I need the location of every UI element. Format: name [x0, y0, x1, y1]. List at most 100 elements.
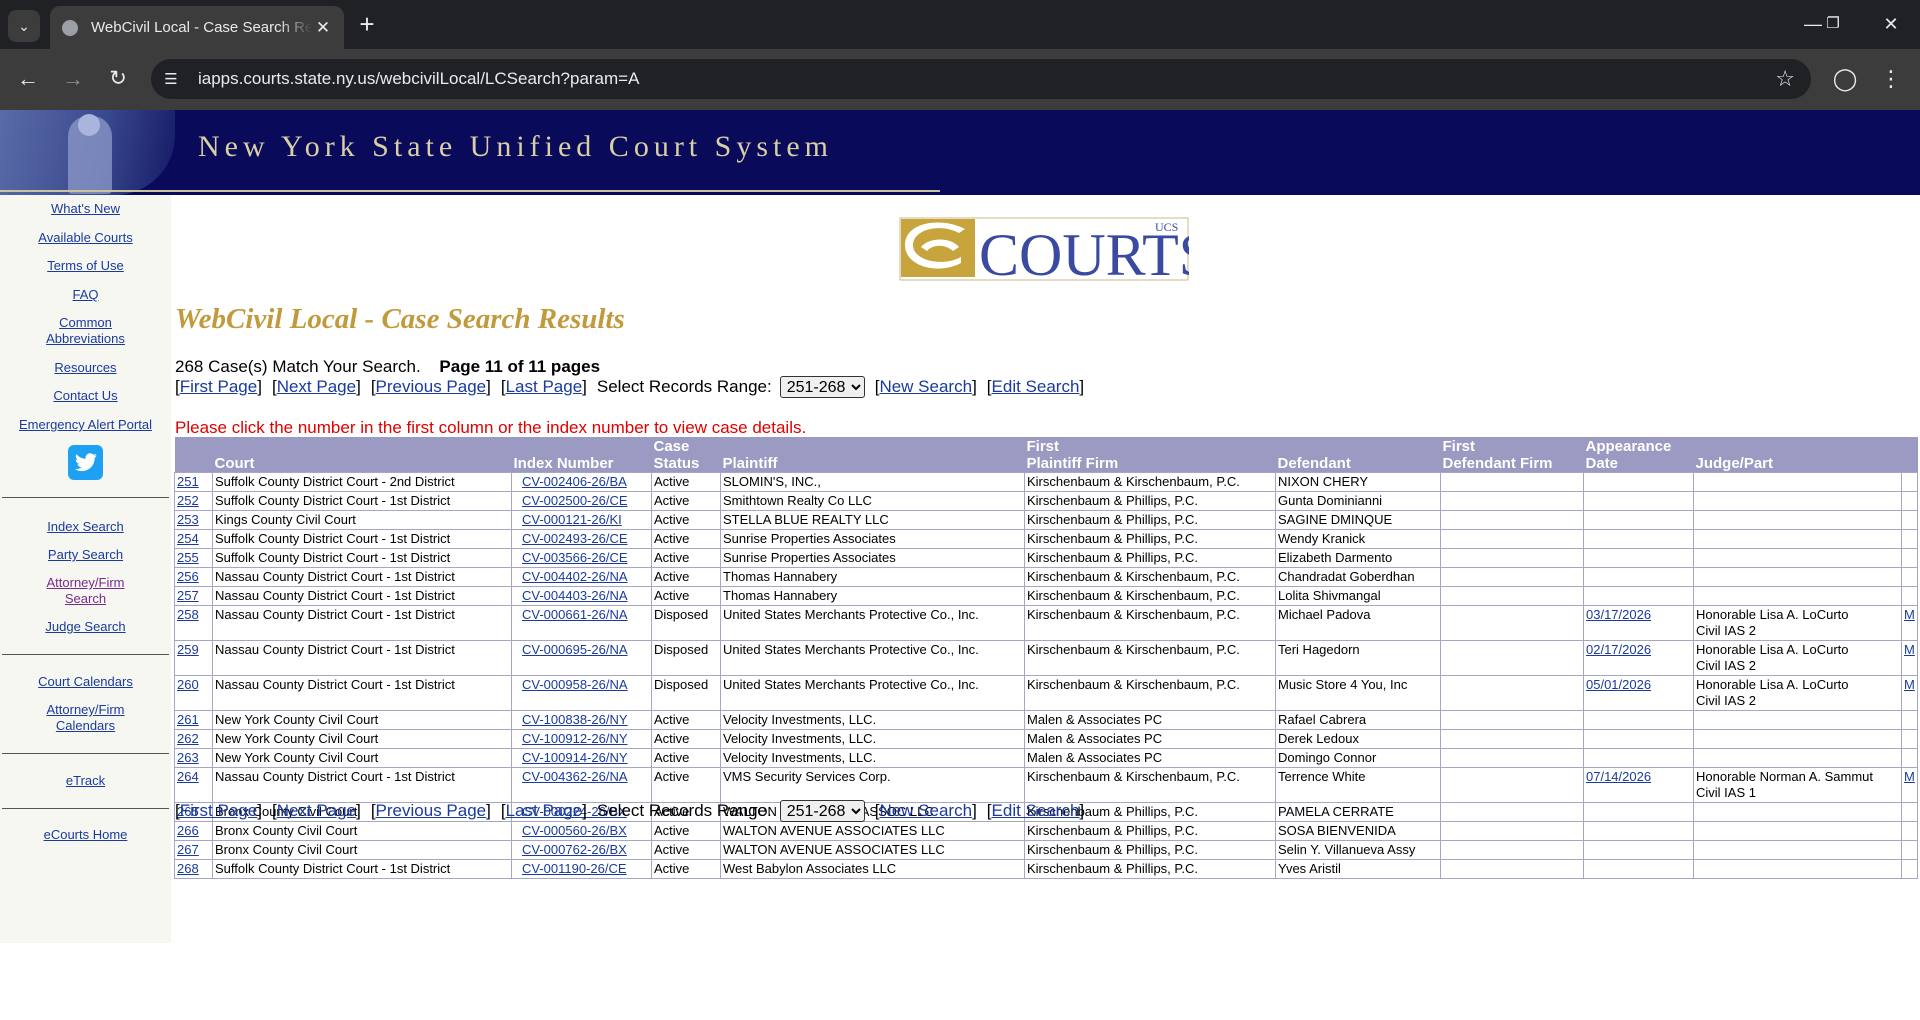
first-page-link[interactable]: First Page	[180, 377, 257, 397]
globe-icon	[62, 19, 78, 36]
sidebar-divider	[2, 753, 169, 754]
menu-kebab-icon[interactable]: ⋮	[1874, 62, 1908, 96]
index-number-link[interactable]: CV-002500-26/CE	[514, 493, 628, 508]
table-row: 263 New York County Civil Court CV-100914-…	[174, 748, 1918, 768]
index-number-link[interactable]: CV-100914-26/NY	[514, 750, 628, 765]
judge-part-cell-text: Honorable Lisa A. LoCurto	[1696, 642, 1849, 657]
previous-page-link[interactable]: Previous Page	[376, 377, 487, 397]
case-number-link[interactable]: 258	[177, 607, 199, 622]
sidebar-link-etrack[interactable]: eTrack	[0, 773, 171, 789]
judge-part-cell	[1693, 748, 1902, 768]
previous-page-link[interactable]: Previous Page	[376, 801, 487, 821]
index-number-cell: CV-000121-26/KI	[511, 510, 652, 530]
sidebar-link-available-courts[interactable]: Available Courts	[0, 230, 171, 246]
case-number-link[interactable]: 260	[177, 677, 199, 692]
case-number-link[interactable]: 262	[177, 731, 199, 746]
new-tab-plus-icon[interactable]: +	[352, 10, 382, 40]
new-search-link[interactable]: New Search	[879, 801, 972, 821]
sidebar-link-contact-us[interactable]: Contact Us	[0, 388, 171, 404]
profile-icon[interactable]: ◯	[1828, 62, 1862, 96]
bookmark-star-icon[interactable]: ☆	[1775, 63, 1795, 95]
sidebar-link-party-search[interactable]: Party Search	[0, 547, 171, 563]
sidebar-link-terms-of-use[interactable]: Terms of Use	[0, 258, 171, 274]
motion-link[interactable]: M	[1904, 677, 1915, 692]
plaintiff-cell: Velocity Investments, LLC.	[720, 748, 1025, 768]
last-page-link[interactable]: Last Page	[506, 801, 583, 821]
sidebar-link-index-search[interactable]: Index Search	[0, 519, 171, 535]
index-number-link[interactable]: CV-004403-26/NA	[514, 588, 628, 603]
case-number-link[interactable]: 267	[177, 842, 199, 857]
sidebar-link-whats-new[interactable]: What's New	[0, 201, 171, 217]
sidebar-link-court-calendars[interactable]: Court Calendars	[0, 674, 171, 690]
appearance-date-link[interactable]: 03/17/2026	[1586, 607, 1651, 622]
motion-link[interactable]: M	[1904, 642, 1915, 657]
defendant-firm-cell	[1440, 640, 1584, 676]
index-number-link[interactable]: CV-000121-26/KI	[514, 512, 622, 527]
index-number-link[interactable]: CV-002406-26/BA	[514, 474, 627, 489]
motion-link[interactable]: M	[1904, 607, 1915, 622]
forward-arrow-icon[interactable]: →	[56, 62, 90, 96]
sidebar-link-emergency-alert-portal[interactable]: Emergency Alert Portal	[0, 417, 171, 433]
index-number-link[interactable]: CV-000661-26/NA	[514, 607, 628, 622]
case-number-link[interactable]: 264	[177, 769, 199, 784]
twitter-bird-icon[interactable]	[68, 445, 103, 480]
reload-icon[interactable]: ↻	[101, 62, 135, 96]
records-range-select[interactable]: 251-268	[779, 376, 865, 398]
index-number-link[interactable]: CV-000958-26/NA	[514, 677, 628, 692]
index-number-link[interactable]: CV-002493-26/CE	[514, 531, 628, 546]
motion-link[interactable]: M	[1904, 769, 1915, 784]
defendant-firm-cell	[1440, 472, 1584, 492]
restore-icon[interactable]: ❐	[1810, 8, 1856, 40]
edit-search-link[interactable]: Edit Search	[992, 801, 1080, 821]
case-number-link[interactable]: 256	[177, 569, 199, 584]
appearance-date-link[interactable]: 05/01/2026	[1586, 677, 1651, 692]
first-page-link[interactable]: First Page	[180, 801, 257, 821]
appearance-date-link[interactable]: 02/17/2026	[1586, 642, 1651, 657]
sidebar-link-common-abbreviations[interactable]: Common Abbreviations	[0, 315, 171, 347]
new-search-link[interactable]: New Search	[879, 377, 972, 397]
window-close-icon[interactable]: ✕	[1868, 8, 1914, 40]
index-number-link[interactable]: CV-000560-26/BX	[514, 823, 627, 838]
browser-tab[interactable]: WebCivil Local - Case Search Re ✕	[50, 6, 344, 49]
sidebar-link-ecourts-home[interactable]: eCourts Home	[0, 827, 171, 843]
case-number-link[interactable]: 252	[177, 493, 199, 508]
next-page-link[interactable]: Next Page	[277, 801, 356, 821]
case-number-link[interactable]: 255	[177, 550, 199, 565]
back-arrow-icon[interactable]: ←	[11, 62, 45, 96]
appearance-date-link[interactable]: 07/14/2026	[1586, 769, 1651, 784]
index-number-link[interactable]: CV-100912-26/NY	[514, 731, 628, 746]
sidebar-link-resources[interactable]: Resources	[0, 360, 171, 376]
case-number-link[interactable]: 268	[177, 861, 199, 876]
case-number-link[interactable]: 261	[177, 712, 199, 727]
url-text[interactable]: iapps.courts.state.ny.us/webcivilLocal/L…	[198, 69, 639, 89]
sidebar-link-attorney-firm-search[interactable]: Attorney/Firm Search	[0, 575, 171, 607]
case-number-link[interactable]: 253	[177, 512, 199, 527]
index-number-link[interactable]: CV-100838-26/NY	[514, 712, 628, 727]
index-number-link[interactable]: CV-004362-26/NA	[514, 769, 628, 784]
last-page-link[interactable]: Last Page	[506, 377, 583, 397]
court-cell-text: Nassau County District Court - 1st Distr…	[215, 588, 455, 603]
tab-close-icon[interactable]: ✕	[312, 18, 334, 38]
case-number-link[interactable]: 257	[177, 588, 199, 603]
tab-search-chevron-icon[interactable]: ⌄	[8, 10, 40, 42]
index-number-cell: CV-001190-26/CE	[511, 859, 652, 879]
sidebar-link-judge-search[interactable]: Judge Search	[0, 619, 171, 635]
sidebar-link-attorney-firm-calendars[interactable]: Attorney/Firm Calendars	[0, 702, 171, 734]
edit-search-link[interactable]: Edit Search	[992, 377, 1080, 397]
case-number-link[interactable]: 251	[177, 474, 199, 489]
records-range-select[interactable]: 251-268	[779, 800, 865, 822]
case-number-link[interactable]: 266	[177, 823, 199, 838]
site-info-icon[interactable]: ☰	[154, 62, 188, 96]
index-number-link[interactable]: CV-004402-26/NA	[514, 569, 628, 584]
sidebar-link-faq[interactable]: FAQ	[0, 287, 171, 303]
case-number-link[interactable]: 259	[177, 642, 199, 657]
address-bar[interactable]: ☰ iapps.courts.state.ny.us/webcivilLocal…	[151, 59, 1811, 99]
case-number-link[interactable]: 254	[177, 531, 199, 546]
index-number-link[interactable]: CV-000695-26/NA	[514, 642, 628, 657]
case-number-link[interactable]: 263	[177, 750, 199, 765]
index-number-link[interactable]: CV-000762-26/BX	[514, 842, 627, 857]
index-number-link[interactable]: CV-001190-26/CE	[514, 861, 627, 876]
plaintiff-firm-cell: Kirschenbaum & Phillips, P.C.	[1024, 840, 1276, 860]
index-number-link[interactable]: CV-003566-26/CE	[514, 550, 628, 565]
next-page-link[interactable]: Next Page	[277, 377, 356, 397]
